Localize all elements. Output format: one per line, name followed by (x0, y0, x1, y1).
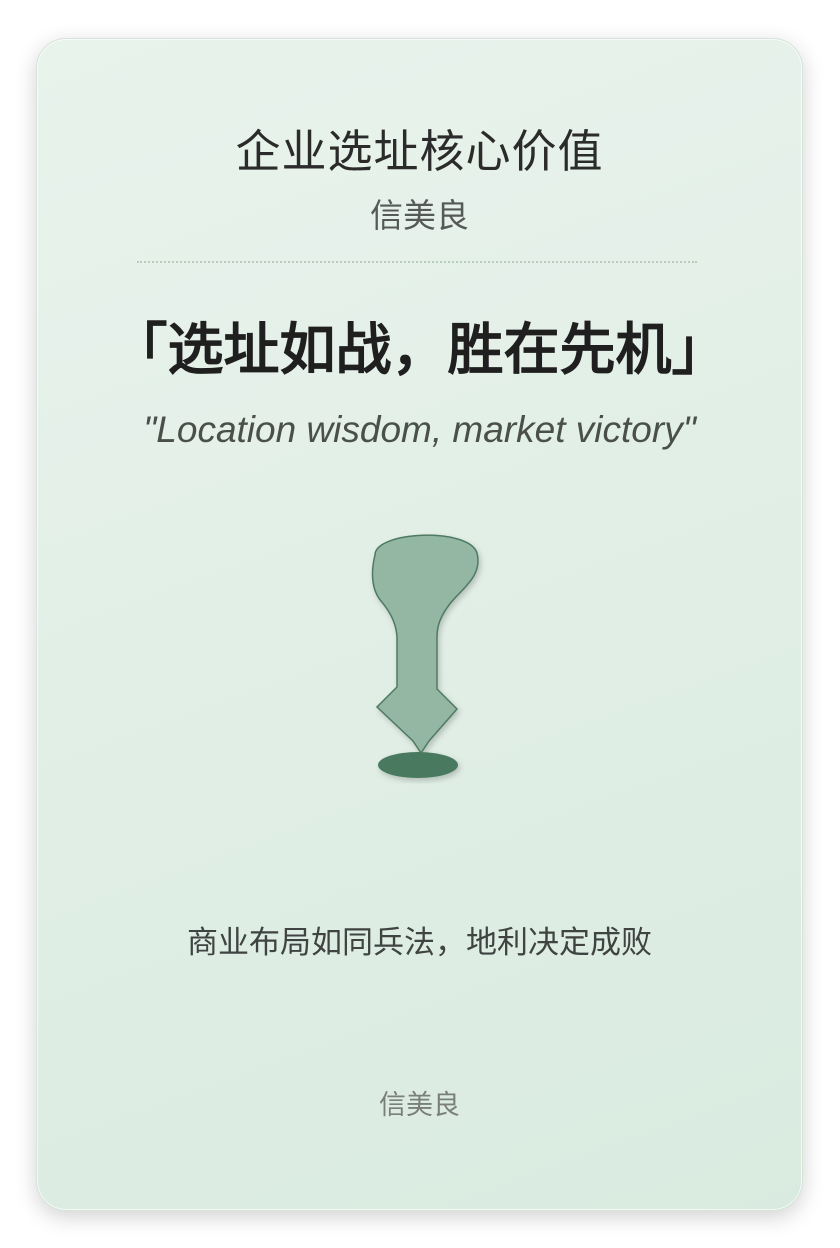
card-title: 企业选址核心价值 (235, 125, 604, 178)
motto-english: "Location wisdom, market victory" (143, 409, 696, 450)
motto-text: 「选址如战，胜在先机」 (111, 318, 728, 383)
tagline-text: 商业布局如同兵法，地利决定成败 (187, 925, 652, 961)
card-subtitle: 信美良 (370, 196, 469, 235)
footer-brand: 信美良 (379, 1090, 460, 1121)
quote-card: 企业选址核心价值 信美良 「选址如战，胜在先机」 "Location wisdo… (36, 38, 803, 1211)
map-pin-icon (357, 527, 487, 787)
dotted-divider (137, 261, 697, 263)
